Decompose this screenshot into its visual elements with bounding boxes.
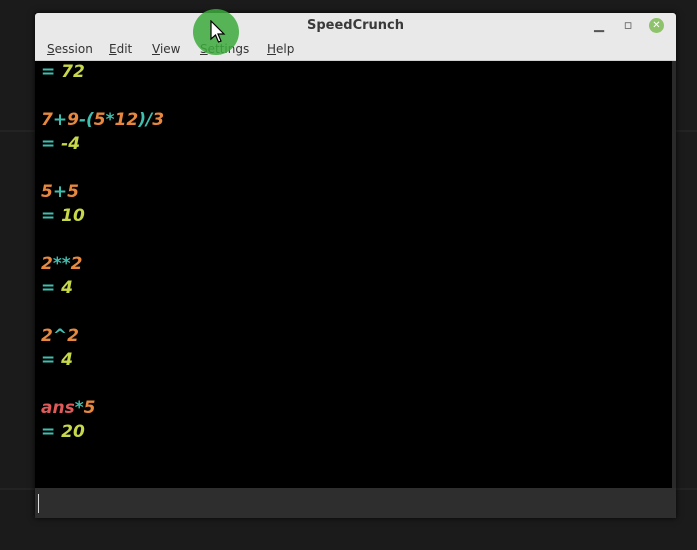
minimize-icon[interactable]: ▁ (590, 17, 608, 35)
result-line: = 72 (41, 62, 85, 82)
menu-help[interactable]: Help (267, 42, 294, 56)
text-caret (38, 494, 39, 513)
result-display[interactable]: = 72 7+9-(5*12)/3 = -4 5+5 = 10 2**2 = 4… (35, 61, 676, 488)
menubar: Session Edit View Settings Help (35, 39, 676, 61)
menu-view[interactable]: View (152, 42, 180, 56)
expression-line: ans*5 (41, 398, 96, 418)
window-title: SpeedCrunch (306, 18, 405, 33)
titlebar[interactable]: SpeedCrunch ▁ ▫ ✕ (35, 13, 676, 39)
expression-line: 2**2 (41, 254, 83, 274)
mouse-pointer-icon (210, 20, 226, 43)
expression-line: 2^2 (41, 326, 79, 346)
result-line: = 10 (41, 206, 85, 226)
result-line: = -4 (41, 134, 81, 154)
maximize-icon[interactable]: ▫ (619, 17, 637, 35)
result-line: = 4 (41, 278, 74, 298)
speedcrunch-window: SpeedCrunch ▁ ▫ ✕ Session Edit View Sett… (35, 13, 676, 518)
close-icon[interactable]: ✕ (649, 18, 664, 33)
menu-session[interactable]: Session (47, 42, 93, 56)
menu-edit[interactable]: Edit (109, 42, 132, 56)
expression-input[interactable] (35, 488, 676, 518)
result-line: = 4 (41, 350, 74, 370)
display-scrollbar[interactable] (672, 61, 676, 488)
expression-line: 5+5 (41, 182, 79, 202)
result-line: = 20 (41, 422, 85, 442)
expression-line: 7+9-(5*12)/3 (41, 110, 165, 130)
